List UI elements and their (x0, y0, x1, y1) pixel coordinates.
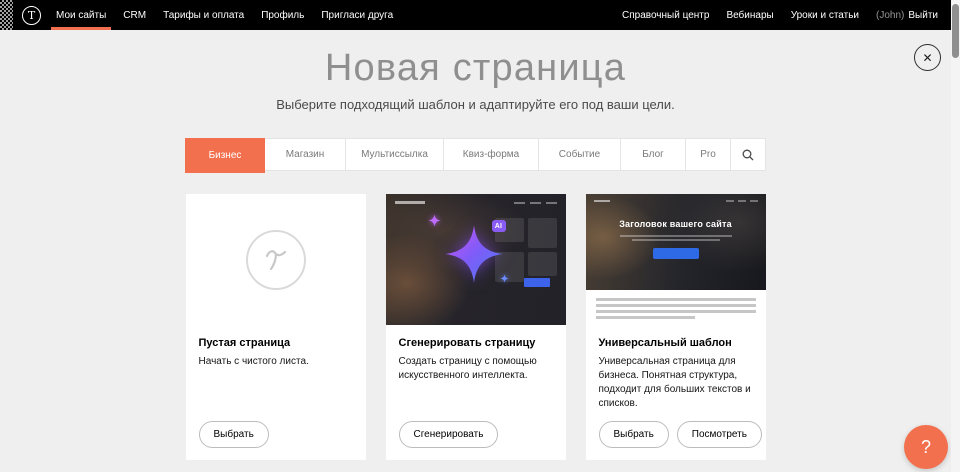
tab-business[interactable]: Бизнес (185, 138, 265, 173)
small-sparkle-icon (500, 274, 509, 283)
tab-blog[interactable]: Блог (621, 139, 686, 170)
mini-site-blue-button (653, 248, 699, 259)
nav-crm[interactable]: CRM (123, 0, 146, 30)
mini-site-topbar (395, 201, 557, 204)
mini-site-topbar (594, 200, 758, 202)
choose-universal-button[interactable]: Выбрать (599, 421, 669, 448)
card-description: Начать с чистого листа. (199, 355, 353, 369)
mini-text-line (596, 304, 756, 307)
card-title: Сгенерировать страницу (399, 337, 553, 349)
tilda-logo[interactable]: T (22, 6, 41, 25)
mini-card (528, 218, 557, 248)
mini-text-line (596, 298, 756, 301)
mini-site-logo (395, 201, 425, 204)
mini-site-blue-button (524, 278, 550, 287)
card-buttons: Сгенерировать (399, 411, 553, 448)
mini-card (528, 252, 557, 276)
card-body: Сгенерировать страницу Создать страницу … (386, 325, 566, 460)
nav-invite-friend[interactable]: Пригласи друга (321, 0, 393, 30)
card-body: Пустая страница Начать с чистого листа. … (186, 325, 366, 460)
page-subtitle: Выберите подходящий шаблон и адаптируйте… (0, 97, 951, 112)
mini-site-logo (594, 200, 610, 202)
view-universal-button[interactable]: Посмотреть (677, 421, 762, 448)
small-sparkle-icon (428, 214, 441, 227)
nav-webinars[interactable]: Вебинары (726, 0, 773, 30)
scrollbar-thumb[interactable] (952, 4, 959, 58)
tilda-mark-icon (262, 246, 290, 274)
card-description: Универсальная страница для бизнеса. Поня… (599, 355, 753, 411)
mini-site-subtext-line (620, 235, 732, 237)
mini-text-line (596, 316, 695, 319)
tab-pro[interactable]: Pro (686, 139, 731, 170)
user-name: (John) (876, 10, 904, 21)
question-mark-icon: ? (921, 437, 931, 458)
tab-multilink[interactable]: Мультиссылка (346, 139, 444, 170)
scrollbar[interactable] (951, 0, 960, 472)
template-grid: Пустая страница Начать с чистого листа. … (186, 194, 766, 472)
mini-site-hero: Заголовок вашего сайта (586, 194, 766, 290)
card-buttons: Выбрать Посмотреть (599, 411, 753, 448)
logout-label: Выйти (908, 10, 938, 21)
new-page-modal: Новая страница Выберите подходящий шабло… (0, 30, 951, 472)
nav-logout[interactable]: (John) Выйти (876, 0, 938, 30)
mini-text-line (596, 310, 756, 313)
card-body: Универсальный шаблон Универсальная стран… (586, 325, 766, 460)
nav-lessons-articles[interactable]: Уроки и статьи (791, 0, 859, 30)
tab-search[interactable] (731, 139, 765, 170)
card-description: Создать страницу с помощью искусственног… (399, 355, 553, 383)
page-title: Новая страница (0, 47, 951, 90)
template-card-blank[interactable]: Пустая страница Начать с чистого листа. … (186, 194, 366, 460)
ai-sparkle-star-icon (444, 224, 504, 284)
template-card-universal[interactable]: Заголовок вашего сайта Универсальный шаб… (586, 194, 766, 460)
mini-site-heading: Заголовок вашего сайта (619, 219, 732, 229)
close-button[interactable]: ✕ (914, 44, 941, 71)
nav-my-sites[interactable]: Мои сайты (56, 0, 106, 30)
template-category-tabs: Бизнес Магазин Мультиссылка Квиз-форма С… (185, 138, 766, 171)
template-card-ai-generate[interactable]: AI Сгенерировать страницу Создать страни… (386, 194, 566, 460)
pixel-pattern-decoration (0, 0, 13, 30)
top-navigation-bar: T Мои сайты CRM Тарифы и оплата Профиль … (0, 0, 951, 30)
tab-event[interactable]: Событие (539, 139, 621, 170)
mini-site-subtext-line (632, 239, 720, 241)
choose-blank-button[interactable]: Выбрать (199, 421, 269, 448)
mini-site-menu (726, 200, 758, 202)
main-nav: Мои сайты CRM Тарифы и оплата Профиль Пр… (56, 0, 393, 30)
nav-pricing[interactable]: Тарифы и оплата (163, 0, 244, 30)
generate-button[interactable]: Сгенерировать (399, 421, 499, 448)
mini-site-paragraph (586, 290, 766, 325)
blank-template-preview (186, 194, 366, 325)
tab-quiz-form[interactable]: Квиз-форма (444, 139, 539, 170)
help-button[interactable]: ? (904, 425, 948, 469)
ai-template-preview: AI (386, 194, 566, 325)
ai-badge: AI (492, 220, 506, 232)
nav-profile[interactable]: Профиль (261, 0, 304, 30)
card-buttons: Выбрать (199, 411, 353, 448)
universal-template-preview: Заголовок вашего сайта (586, 194, 766, 325)
card-title: Универсальный шаблон (599, 337, 753, 349)
card-title: Пустая страница (199, 337, 353, 349)
tilda-mark-circle (246, 230, 306, 290)
search-icon (742, 149, 754, 161)
close-icon: ✕ (922, 52, 932, 64)
tilda-logo-letter: T (28, 9, 35, 22)
nav-help-center[interactable]: Справочный центр (622, 0, 709, 30)
mini-site-menu (514, 202, 557, 204)
secondary-nav: Справочный центр Вебинары Уроки и статьи… (622, 0, 938, 30)
tab-shop[interactable]: Магазин (265, 139, 346, 170)
